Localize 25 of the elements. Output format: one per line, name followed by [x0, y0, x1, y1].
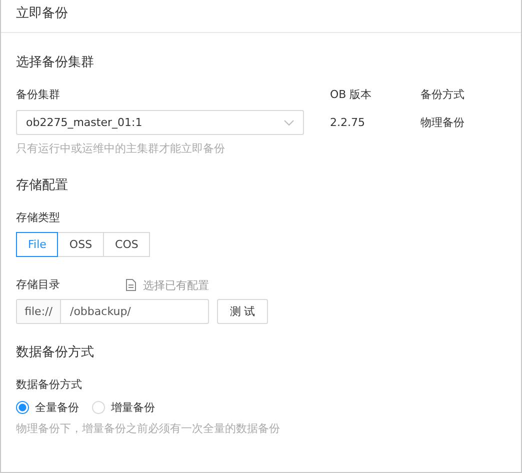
- field-label: 存储目录: [16, 277, 61, 293]
- column-label: 备份方式: [420, 87, 466, 103]
- document-icon: [126, 279, 136, 291]
- hint-text: 只有运行中或运维中的主集群才能立即备份: [16, 141, 226, 156]
- directory-input[interactable]: file:// /obbackup/: [16, 299, 209, 324]
- field-label: 备份集群: [16, 87, 61, 103]
- chevron-down-icon: [284, 120, 294, 126]
- hint-text: 物理备份下，增量备份之前必须有一次全量的数据备份: [16, 421, 281, 436]
- cluster-select[interactable]: ob2275_master_01:1: [16, 110, 304, 135]
- section-title: 数据备份方式: [16, 344, 95, 361]
- field-label: 数据备份方式: [16, 377, 83, 393]
- radio-button[interactable]: [16, 400, 29, 414]
- version-value: 2.2.75: [330, 115, 366, 131]
- column-label: OB 版本: [330, 87, 373, 103]
- field-label: 存储类型: [16, 210, 61, 226]
- mode-value: 物理备份: [420, 115, 466, 131]
- test-button[interactable]: 测 试: [217, 299, 268, 324]
- section-title: 存储配置: [16, 177, 69, 194]
- panel-title: 立即备份: [16, 6, 68, 21]
- radio-option[interactable]: 全量备份: [16, 399, 79, 415]
- radio-option[interactable]: 增量备份: [92, 399, 155, 415]
- prefix-addon: file://: [17, 300, 61, 323]
- section-title: 选择备份集群: [16, 54, 95, 71]
- storage-type-tab[interactable]: COS: [103, 232, 150, 257]
- storage-type-tab[interactable]: OSS: [57, 232, 104, 257]
